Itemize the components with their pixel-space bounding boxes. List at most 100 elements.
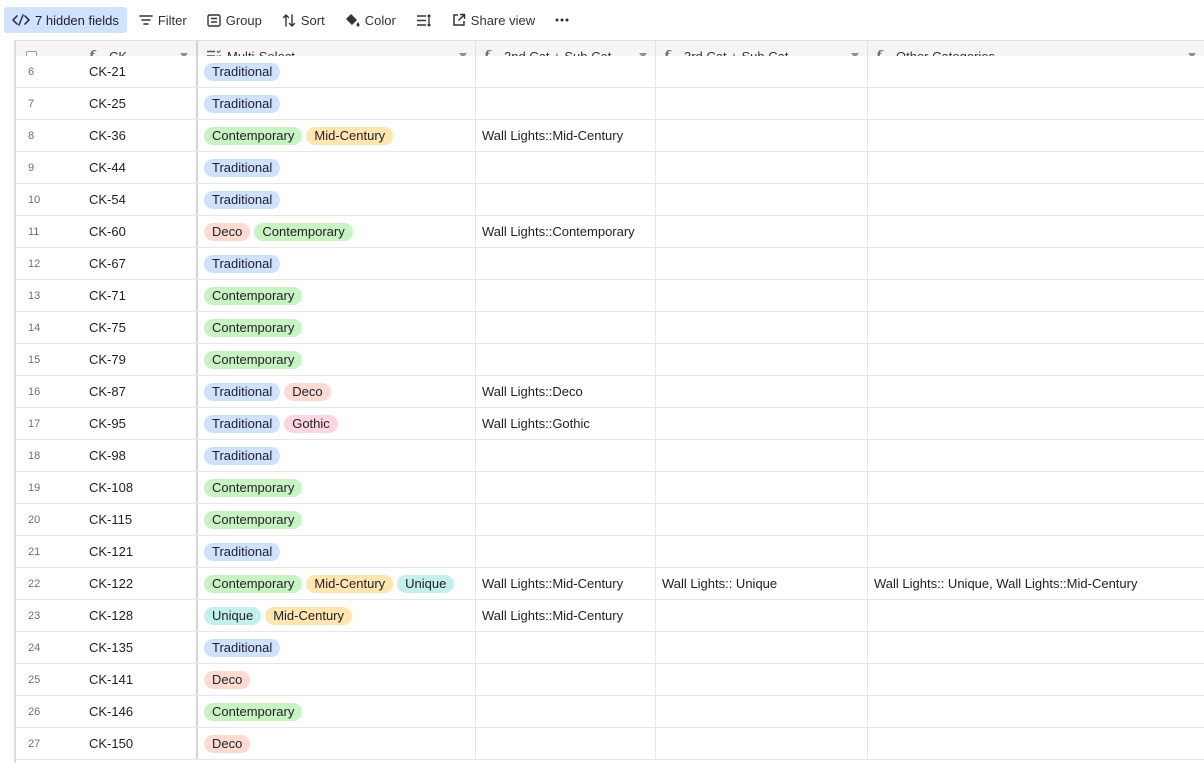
cell-multi-select[interactable]: Contemporary	[198, 344, 476, 375]
cell-ck[interactable]: CK-36	[80, 120, 198, 151]
cell-ck[interactable]: CK-150	[80, 728, 198, 759]
cell-3rd-cat[interactable]	[656, 248, 868, 279]
cell-ck[interactable]: CK-141	[80, 664, 198, 695]
cell-other-categories[interactable]	[868, 56, 1204, 87]
more-options-button[interactable]	[547, 7, 577, 33]
cell-ck[interactable]: CK-98	[80, 440, 198, 471]
table-row[interactable]: 16 CK-87 Traditional Deco Wall Lights::Deco	[16, 376, 1204, 408]
cell-multi-select[interactable]: Contemporary	[198, 280, 476, 311]
cell-2nd-cat[interactable]: Wall Lights::Gothic	[476, 408, 656, 439]
cell-multi-select[interactable]: Traditional Deco	[198, 376, 476, 407]
cell-2nd-cat[interactable]	[476, 184, 656, 215]
cell-other-categories[interactable]: Wall Lights:: Unique, Wall Lights::Mid-C…	[868, 568, 1204, 599]
cell-other-categories[interactable]	[868, 376, 1204, 407]
group-button[interactable]: Group	[199, 7, 270, 33]
cell-2nd-cat[interactable]	[476, 728, 656, 759]
cell-other-categories[interactable]	[868, 184, 1204, 215]
share-view-button[interactable]: Share view	[444, 7, 543, 33]
cell-2nd-cat[interactable]: Wall Lights::Mid-Century	[476, 120, 656, 151]
table-row[interactable]: 8 CK-36 Contemporary Mid-Century Wall Lights…	[16, 120, 1204, 152]
sort-button[interactable]: Sort	[274, 7, 333, 33]
table-row[interactable]: 19 CK-108 Contemporary	[16, 472, 1204, 504]
cell-3rd-cat[interactable]	[656, 88, 868, 119]
cell-2nd-cat[interactable]	[476, 344, 656, 375]
cell-multi-select[interactable]: Traditional	[198, 88, 476, 119]
cell-2nd-cat[interactable]	[476, 472, 656, 503]
cell-ck[interactable]: CK-108	[80, 472, 198, 503]
cell-2nd-cat[interactable]	[476, 536, 656, 567]
cell-other-categories[interactable]	[868, 88, 1204, 119]
cell-2nd-cat[interactable]: Wall Lights::Mid-Century	[476, 600, 656, 631]
cell-3rd-cat[interactable]	[656, 280, 868, 311]
cell-ck[interactable]: CK-44	[80, 152, 198, 183]
cell-multi-select[interactable]: Contemporary Mid-Century	[198, 120, 476, 151]
cell-2nd-cat[interactable]	[476, 56, 656, 87]
cell-other-categories[interactable]	[868, 280, 1204, 311]
table-row[interactable]: 20 CK-115 Contemporary	[16, 504, 1204, 536]
table-row[interactable]: 13 CK-71 Contemporary	[16, 280, 1204, 312]
table-row[interactable]: 11 CK-60 Deco Contemporary Wall Lights::Cont…	[16, 216, 1204, 248]
cell-ck[interactable]: CK-21	[80, 56, 198, 87]
cell-ck[interactable]: CK-60	[80, 216, 198, 247]
cell-ck[interactable]: CK-75	[80, 312, 198, 343]
cell-multi-select[interactable]: Traditional	[198, 152, 476, 183]
cell-2nd-cat[interactable]	[476, 504, 656, 535]
cell-other-categories[interactable]	[868, 728, 1204, 759]
cell-other-categories[interactable]	[868, 248, 1204, 279]
cell-ck[interactable]: CK-122	[80, 568, 198, 599]
cell-ck[interactable]: CK-67	[80, 248, 198, 279]
cell-other-categories[interactable]	[868, 152, 1204, 183]
cell-multi-select[interactable]: Deco Contemporary	[198, 216, 476, 247]
cell-2nd-cat[interactable]	[476, 280, 656, 311]
cell-ck[interactable]: CK-128	[80, 600, 198, 631]
cell-ck[interactable]: CK-79	[80, 344, 198, 375]
cell-3rd-cat[interactable]	[656, 216, 868, 247]
cell-multi-select[interactable]: Traditional	[198, 248, 476, 279]
table-row[interactable]: 21 CK-121 Traditional	[16, 536, 1204, 568]
cell-3rd-cat[interactable]	[656, 120, 868, 151]
cell-multi-select[interactable]: Contemporary Mid-Century Unique	[198, 568, 476, 599]
cell-ck[interactable]: CK-121	[80, 536, 198, 567]
cell-other-categories[interactable]	[868, 664, 1204, 695]
cell-ck[interactable]: CK-115	[80, 504, 198, 535]
cell-other-categories[interactable]	[868, 536, 1204, 567]
cell-3rd-cat[interactable]	[656, 664, 868, 695]
cell-multi-select[interactable]: Traditional	[198, 632, 476, 663]
cell-ck[interactable]: CK-95	[80, 408, 198, 439]
cell-other-categories[interactable]	[868, 504, 1204, 535]
table-row[interactable]: 22 CK-122 Contemporary Mid-Century Unique Wal…	[16, 568, 1204, 600]
cell-3rd-cat[interactable]	[656, 696, 868, 727]
table-row[interactable]: 12 CK-67 Traditional	[16, 248, 1204, 280]
cell-other-categories[interactable]	[868, 696, 1204, 727]
cell-other-categories[interactable]	[868, 440, 1204, 471]
cell-3rd-cat[interactable]	[656, 344, 868, 375]
cell-3rd-cat[interactable]	[656, 600, 868, 631]
cell-other-categories[interactable]	[868, 632, 1204, 663]
cell-multi-select[interactable]: Deco	[198, 664, 476, 695]
cell-ck[interactable]: CK-54	[80, 184, 198, 215]
cell-2nd-cat[interactable]	[476, 88, 656, 119]
cell-multi-select[interactable]: Contemporary	[198, 312, 476, 343]
cell-multi-select[interactable]: Traditional	[198, 536, 476, 567]
table-row[interactable]: 25 CK-141 Deco	[16, 664, 1204, 696]
cell-multi-select[interactable]: Deco	[198, 728, 476, 759]
cell-multi-select[interactable]: Traditional	[198, 440, 476, 471]
cell-ck[interactable]: CK-25	[80, 88, 198, 119]
table-row[interactable]: 24 CK-135 Traditional	[16, 632, 1204, 664]
cell-ck[interactable]: CK-71	[80, 280, 198, 311]
table-row[interactable]: 9 CK-44 Traditional	[16, 152, 1204, 184]
cell-2nd-cat[interactable]	[476, 440, 656, 471]
cell-2nd-cat[interactable]	[476, 312, 656, 343]
filter-button[interactable]: Filter	[131, 7, 195, 33]
cell-3rd-cat[interactable]	[656, 408, 868, 439]
cell-3rd-cat[interactable]	[656, 312, 868, 343]
table-row[interactable]: 7 CK-25 Traditional	[16, 88, 1204, 120]
cell-multi-select[interactable]: Traditional	[198, 184, 476, 215]
cell-3rd-cat[interactable]	[656, 472, 868, 503]
cell-3rd-cat[interactable]	[656, 504, 868, 535]
table-row[interactable]: 17 CK-95 Traditional Gothic Wall Lights::Got…	[16, 408, 1204, 440]
cell-other-categories[interactable]	[868, 120, 1204, 151]
cell-2nd-cat[interactable]	[476, 664, 656, 695]
cell-3rd-cat[interactable]	[656, 632, 868, 663]
cell-other-categories[interactable]	[868, 408, 1204, 439]
